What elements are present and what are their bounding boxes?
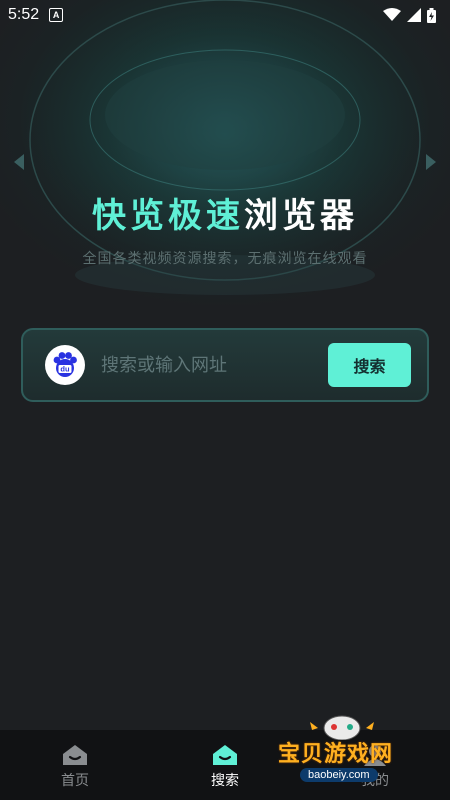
watermark: 宝贝游戏网 baobeiy.com xyxy=(270,700,450,800)
search-bar: du 搜索 xyxy=(21,328,429,402)
baidu-logo-icon[interactable]: du xyxy=(45,345,85,385)
game-controller-mascot-icon xyxy=(310,715,374,740)
search-input[interactable] xyxy=(99,353,328,377)
status-time: 5:52 xyxy=(8,6,40,23)
nav-item-label: 首页 xyxy=(61,773,89,789)
nav-item-home[interactable]: 首页 xyxy=(0,730,150,800)
notification-a-icon: A xyxy=(49,8,64,22)
hero-banner: 快览极速浏览器 全国各类视频资源搜索，无痕浏览在线观看 xyxy=(0,0,450,310)
battery-charging-icon xyxy=(427,7,436,23)
app-title-accent: 快览极速 xyxy=(92,196,244,236)
home-icon xyxy=(63,745,87,765)
status-bar: 5:52 A xyxy=(0,0,450,30)
nav-item-label: 搜索 xyxy=(211,773,239,789)
svg-text:du: du xyxy=(60,365,70,374)
watermark-url: baobeiy.com xyxy=(300,768,378,782)
app-subtitle: 全国各类视频资源搜索，无痕浏览在线观看 xyxy=(82,251,368,267)
app-title: 快览极速浏览器 xyxy=(0,188,450,237)
home-icon xyxy=(213,745,237,765)
wifi-icon xyxy=(383,8,401,21)
watermark-text: 宝贝游戏网 xyxy=(278,742,394,767)
signal-icon xyxy=(407,8,421,22)
search-button[interactable]: 搜索 xyxy=(328,343,411,387)
app-title-main: 浏览器 xyxy=(244,196,358,236)
